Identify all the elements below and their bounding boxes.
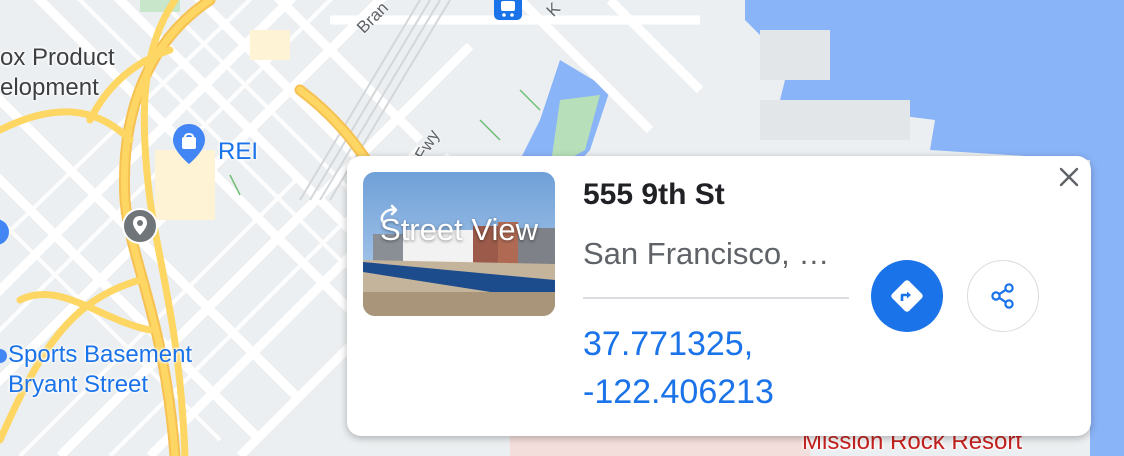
sports-basement-marker-icon[interactable] <box>0 346 8 371</box>
directions-icon <box>891 280 923 312</box>
coordinates-longitude: -122.406213 <box>583 373 774 411</box>
street-view-label: Street View <box>380 212 538 247</box>
map-label-dropbox-line2[interactable]: elopment <box>0 74 99 102</box>
map-label-rei[interactable]: REI <box>218 138 258 166</box>
close-button[interactable] <box>1057 162 1081 192</box>
map-blue-marker-edge-icon[interactable] <box>0 214 10 255</box>
coordinates-latitude: 37.771325, <box>583 325 754 363</box>
coordinates-link[interactable]: 37.771325, -122.406213 <box>583 320 774 416</box>
directions-button[interactable] <box>871 260 943 332</box>
map-label-sports-basement-line1[interactable]: Sports Basement <box>8 341 192 369</box>
share-button[interactable] <box>967 260 1039 332</box>
location-info-card: Street View 555 9th St San Francisco, CA… <box>347 156 1091 436</box>
rei-shopping-bag-icon[interactable] <box>173 124 205 169</box>
share-icon <box>991 283 1014 309</box>
place-subtitle: San Francisco, CA 94103 <box>583 236 849 271</box>
map-label-dropbox-line1[interactable]: ox Product <box>0 44 115 72</box>
place-title: 555 9th St <box>583 178 725 211</box>
divider <box>583 297 849 299</box>
map-label-sports-basement-line2[interactable]: Bryant Street <box>8 371 148 399</box>
transit-station-icon[interactable] <box>494 0 522 25</box>
dropped-pin-icon[interactable] <box>122 208 158 249</box>
street-view-thumbnail[interactable]: Street View <box>363 172 555 316</box>
close-icon <box>1059 167 1079 187</box>
